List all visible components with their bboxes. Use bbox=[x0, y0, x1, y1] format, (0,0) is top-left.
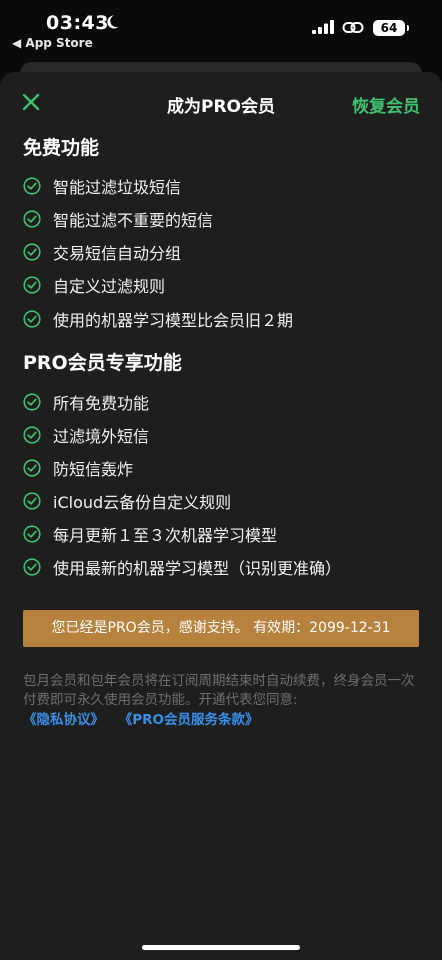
free-feature-item: 使用的机器学习模型比会员旧２期 bbox=[23, 307, 293, 331]
pro-feature-item: 所有免费功能 bbox=[23, 390, 149, 414]
back-to-app-store[interactable]: ◀ App Store bbox=[12, 36, 93, 50]
auto-renew-notice: 包月会员和包年会员将在订阅周期结束时自动续费，终身会员一次付费即可永久使用会员功… bbox=[23, 673, 415, 708]
feature-label: 自定义过滤规则 bbox=[53, 277, 166, 296]
feature-label: 智能过滤垃圾短信 bbox=[53, 178, 182, 197]
privacy-policy-link[interactable]: 《隐私协议》 bbox=[23, 712, 104, 728]
pro-features-title: PRO会员专享功能 bbox=[23, 352, 182, 374]
feature-label: 使用最新的机器学习模型（识别更准确） bbox=[53, 559, 342, 578]
feature-label: 交易短信自动分组 bbox=[53, 244, 182, 263]
free-feature-item: 智能过滤不重要的短信 bbox=[23, 207, 213, 231]
status-bar: 03:43 ◀ App Store 64 bbox=[0, 0, 442, 60]
membership-status-banner: 您已经是PRO会员，感谢支持。 有效期：2099-12-31 bbox=[23, 610, 419, 647]
restore-membership-button[interactable]: 恢复会员 bbox=[352, 92, 420, 117]
free-feature-item: 智能过滤垃圾短信 bbox=[23, 174, 181, 198]
home-indicator[interactable] bbox=[142, 945, 300, 950]
moon-icon bbox=[107, 15, 119, 29]
check-circle-icon bbox=[23, 492, 41, 510]
pro-feature-item: 使用最新的机器学习模型（识别更准确） bbox=[23, 555, 341, 579]
feature-label: 所有免费功能 bbox=[53, 394, 150, 413]
pro-terms-link[interactable]: 《PRO会员服务条款》 bbox=[119, 712, 259, 728]
check-circle-icon bbox=[23, 276, 41, 294]
feature-label: 防短信轰炸 bbox=[53, 460, 134, 479]
check-circle-icon bbox=[23, 243, 41, 261]
personal-hotspot-icon bbox=[342, 22, 364, 33]
pro-feature-item: 过滤境外短信 bbox=[23, 423, 149, 447]
feature-label: 使用的机器学习模型比会员旧２期 bbox=[53, 311, 294, 330]
check-circle-icon bbox=[23, 558, 41, 576]
free-features-title: 免费功能 bbox=[23, 137, 100, 159]
pro-membership-sheet bbox=[0, 72, 442, 960]
free-feature-item: 自定义过滤规则 bbox=[23, 273, 165, 297]
status-time: 03:43 bbox=[46, 12, 109, 34]
battery-indicator: 64 bbox=[373, 20, 409, 36]
feature-label: 每月更新１至３次机器学习模型 bbox=[53, 526, 278, 545]
feature-label: 过滤境外短信 bbox=[53, 427, 150, 446]
cellular-signal-icon bbox=[312, 20, 334, 34]
check-circle-icon bbox=[23, 210, 41, 228]
check-circle-icon bbox=[23, 459, 41, 477]
pro-feature-item: iCloud云备份自定义规则 bbox=[23, 489, 231, 513]
free-feature-item: 交易短信自动分组 bbox=[23, 240, 181, 264]
check-circle-icon bbox=[23, 426, 41, 444]
check-circle-icon bbox=[23, 177, 41, 195]
feature-label: iCloud云备份自定义规则 bbox=[53, 493, 232, 512]
check-circle-icon bbox=[23, 393, 41, 411]
check-circle-icon bbox=[23, 525, 41, 543]
pro-feature-item: 每月更新１至３次机器学习模型 bbox=[23, 522, 277, 546]
feature-label: 智能过滤不重要的短信 bbox=[53, 211, 214, 230]
agreement-links: 《隐私协议》 《PRO会员服务条款》 bbox=[23, 708, 268, 728]
pro-feature-item: 防短信轰炸 bbox=[23, 456, 133, 480]
check-circle-icon bbox=[23, 310, 41, 328]
